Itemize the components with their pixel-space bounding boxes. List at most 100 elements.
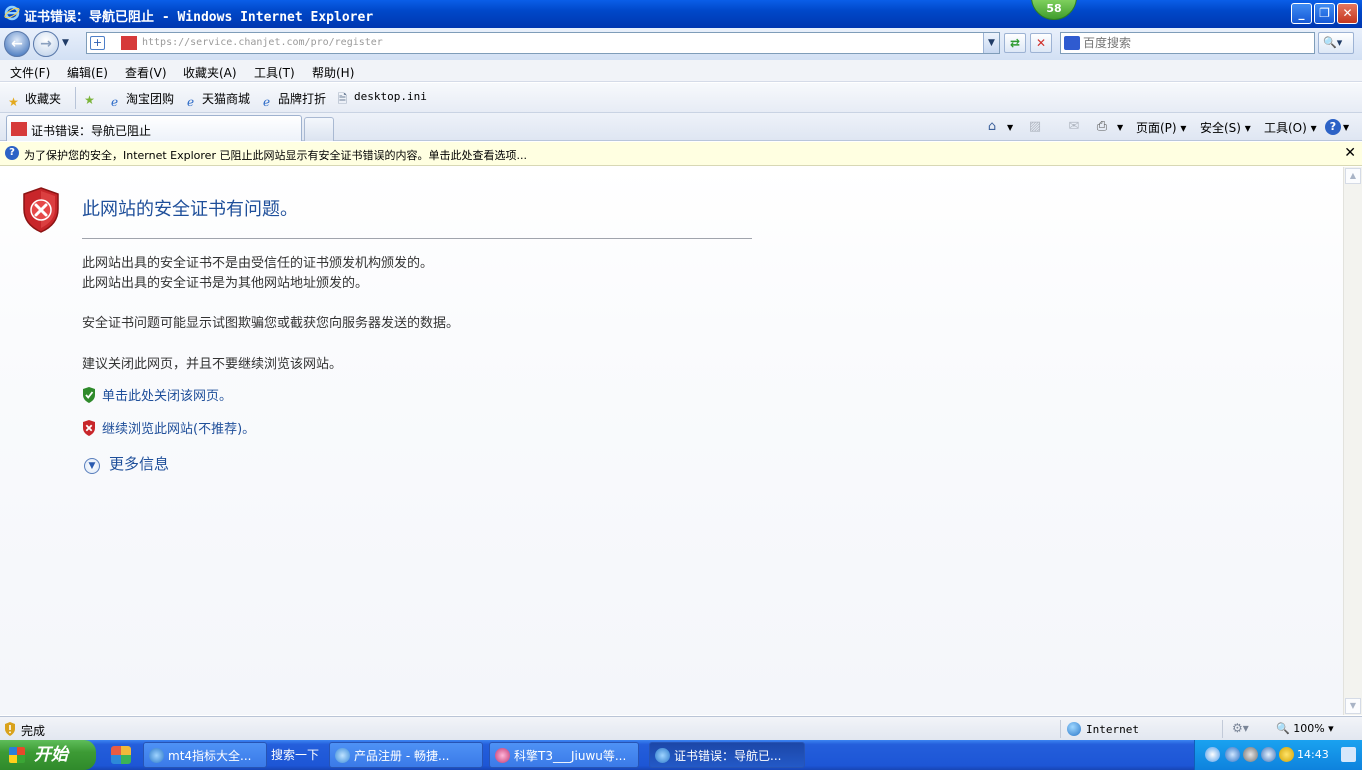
security-zone[interactable]: Internet — [1067, 722, 1139, 736]
favorites-button[interactable]: ★ 收藏夹 — [6, 90, 61, 110]
safety-menu[interactable]: 安全(S) ▾ — [1200, 119, 1251, 136]
taskbar-item-mt4[interactable]: mt4指标大全... — [143, 742, 267, 768]
star-icon: ★ — [8, 95, 19, 109]
recent-pages-dropdown-icon[interactable]: ▼ — [62, 38, 69, 48]
error-line-untrusted: 此网站出具的安全证书不是由受信任的证书颁发机构颁发的。 — [82, 256, 434, 271]
ie-icon — [4, 5, 20, 21]
add-favorite-button[interactable]: ★ — [82, 90, 101, 108]
error-shield-icon — [23, 187, 59, 233]
information-bar[interactable]: ? 为了保护您的安全，Internet Explorer 已阻止此网站显示有安全… — [0, 142, 1362, 166]
window-title: 证书错误：导航已阻止 - Windows Internet Explorer — [24, 10, 374, 25]
refresh-button[interactable]: ⇄ — [1004, 33, 1026, 53]
network-icon[interactable] — [1225, 747, 1240, 762]
back-button[interactable]: ← — [4, 31, 30, 57]
security-shield-icon — [5, 722, 15, 736]
page-menu[interactable]: 页面(P) ▾ — [1136, 119, 1186, 136]
help-dropdown-icon[interactable]: ▼ — [1343, 123, 1349, 132]
system-tray: 14:43 — [1194, 740, 1362, 770]
divider — [1222, 720, 1223, 738]
menu-favorites[interactable]: 收藏夹(A) — [183, 64, 237, 81]
favorite-link-tmall[interactable]: ℯ 天猫商城 — [183, 90, 250, 110]
search-button[interactable]: 🔍▾ — [1318, 32, 1354, 54]
volume-icon[interactable] — [1243, 747, 1258, 762]
taskbar: 开始 mt4指标大全... 搜索一下 产品注册 - 畅捷... 科擎T3___J… — [0, 740, 1362, 770]
infobar-close-icon[interactable]: ✕ — [1344, 145, 1356, 161]
infobar-text[interactable]: 为了保护您的安全，Internet Explorer 已阻止此网站显示有安全证书… — [24, 147, 527, 163]
security-app-icon[interactable] — [1279, 747, 1294, 762]
tray-app-icon[interactable] — [1205, 747, 1220, 762]
tab-certificate-error[interactable]: 证书错误：导航已阻止 — [6, 115, 302, 141]
continue-website-link[interactable]: 继续浏览此网站(不推荐)。 — [82, 418, 255, 437]
help-icon[interactable]: ? — [1325, 119, 1341, 135]
tools-menu[interactable]: 工具(O) ▾ — [1264, 119, 1317, 136]
globe-icon — [1067, 722, 1081, 736]
divider — [82, 238, 752, 239]
feeds-icon[interactable]: ▨ — [1026, 119, 1044, 135]
site-favicon-icon — [121, 36, 137, 50]
menu-file[interactable]: 文件(F) — [10, 64, 50, 81]
info-icon: ? — [5, 146, 19, 160]
new-tab-button[interactable] — [304, 117, 334, 141]
stop-button[interactable]: ✕ — [1030, 33, 1052, 53]
more-information-toggle[interactable]: ▼ 更多信息 — [84, 453, 169, 474]
chevron-down-icon: ▼ — [84, 458, 100, 474]
zoom-level[interactable]: 🔍 100% ▾ — [1276, 722, 1334, 735]
scroll-down-icon[interactable]: ▼ — [1345, 698, 1361, 714]
home-icon[interactable]: ⌂ — [983, 119, 1001, 135]
address-url[interactable]: https://service.chanjet.com/pro/register — [142, 37, 383, 48]
error-line-risk: 安全证书问题可能显示试图欺骗您或截获您向服务器发送的数据。 — [82, 316, 460, 331]
protected-mode-icon[interactable]: ⚙▾ — [1232, 721, 1249, 735]
taskbar-item-keqing[interactable]: 科擎T3___Jiuwu等... — [489, 742, 639, 768]
site-favicon-icon — [11, 122, 27, 136]
quick-launch-icon[interactable] — [111, 746, 131, 764]
status-text: 完成 — [21, 724, 46, 738]
print-icon[interactable]: ⎙ — [1093, 119, 1111, 135]
ie-icon — [149, 748, 164, 763]
app-icon — [495, 748, 510, 763]
ie-icon — [655, 748, 670, 763]
scroll-up-icon[interactable]: ▲ — [1345, 168, 1361, 184]
forward-button[interactable]: → — [33, 31, 59, 57]
menu-tools[interactable]: 工具(T) — [254, 64, 295, 81]
windows-flag-icon — [9, 747, 25, 763]
favorite-link-taobao[interactable]: ℯ 淘宝团购 — [107, 90, 174, 110]
ie-page-icon: ℯ — [110, 95, 119, 109]
notification-icon[interactable] — [1341, 747, 1356, 762]
menu-view[interactable]: 查看(V) — [125, 64, 167, 81]
start-button[interactable]: 开始 — [0, 740, 96, 770]
favorite-link-desktop-ini[interactable]: 🗎 desktop.ini — [335, 90, 427, 107]
notification-badge[interactable]: 58 — [1031, 0, 1077, 20]
compatibility-icon[interactable]: + — [90, 36, 105, 50]
favorite-link-brand[interactable]: ℯ 品牌打折 — [259, 90, 326, 110]
taskbar-item-product-register[interactable]: 产品注册 - 畅捷... — [329, 742, 483, 768]
taskbar-item-certificate-error[interactable]: 证书错误：导航已... — [649, 742, 805, 768]
minimize-button[interactable]: _ — [1291, 3, 1312, 24]
clock: 14:43 — [1297, 748, 1329, 761]
maximize-button[interactable]: ❐ — [1314, 3, 1335, 24]
search-input[interactable] — [1083, 34, 1311, 52]
favorites-bar: ★ 收藏夹 ★ ℯ 淘宝团购 ℯ 天猫商城 ℯ 品牌打折 🗎 desktop.ini — [0, 83, 1362, 113]
error-line-recommendation: 建议关闭此网页，并且不要继续浏览该网站。 — [82, 357, 343, 372]
close-page-link[interactable]: 单击此处关闭该网页。 — [82, 385, 232, 404]
print-dropdown-icon[interactable]: ▼ — [1117, 123, 1123, 132]
tab-row: 证书错误：导航已阻止 ⌂ ▼ ▨ ✉ ⎙ ▼ 页面(P) ▾ 安全(S) ▾ 工… — [0, 113, 1362, 141]
close-button[interactable]: ✕ — [1337, 3, 1358, 24]
menu-help[interactable]: 帮助(H) — [312, 64, 354, 81]
menu-edit[interactable]: 编辑(E) — [67, 64, 108, 81]
add-favorite-star-icon: ★ — [84, 93, 95, 107]
address-bar[interactable]: + https://service.chanjet.com/pro/regist… — [86, 32, 1000, 54]
error-line-mismatch: 此网站出具的安全证书是为其他网站地址颁发的。 — [82, 276, 369, 291]
title-bar: 证书错误：导航已阻止 - Windows Internet Explorer 5… — [0, 0, 1362, 28]
page-title: 此网站的安全证书有问题。 — [82, 199, 298, 220]
taskbar-item-search[interactable]: 搜索一下 — [267, 742, 325, 768]
vertical-scrollbar[interactable]: ▲ ▼ — [1343, 167, 1362, 715]
search-box[interactable] — [1060, 32, 1315, 54]
input-method-icon[interactable] — [1261, 747, 1276, 762]
divider — [75, 87, 76, 109]
home-dropdown-icon[interactable]: ▼ — [1007, 123, 1013, 132]
address-dropdown-icon[interactable]: ▼ — [983, 33, 999, 53]
mail-icon[interactable]: ✉ — [1065, 119, 1083, 135]
green-shield-icon — [83, 387, 95, 403]
divider — [1060, 720, 1061, 738]
status-bar: 完成 Internet ⚙▾ 🔍 100% ▾ — [0, 716, 1362, 740]
